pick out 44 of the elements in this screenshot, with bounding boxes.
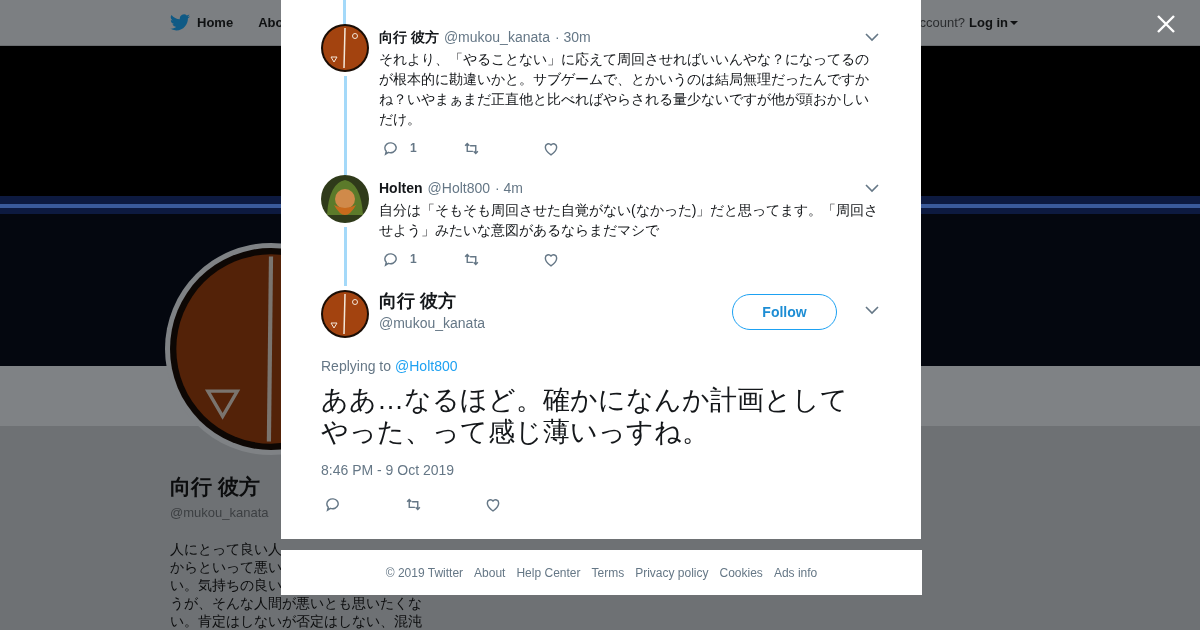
author-handle[interactable]: @mukou_kanata [443, 27, 550, 48]
chevron-down-icon[interactable] [865, 184, 879, 193]
tweet-text: 自分は「そもそも周回させた自覚がない(なかった)」だと思ってます。「周回させよう」みたいな意図があるならまだマシで [379, 201, 879, 240]
reply-icon[interactable] [382, 139, 399, 157]
tweet-time[interactable]: · 4m [495, 178, 524, 199]
author-name[interactable]: 向行 彼方 [379, 27, 439, 48]
reply-icon[interactable] [324, 496, 341, 513]
avatar[interactable] [321, 24, 369, 72]
tweet-text: ああ…なるほど。確かになんか計画としてやった、って感じ薄いっすね。 [321, 384, 849, 448]
tweet-time[interactable]: · 30m [554, 27, 591, 48]
bio-line: い。気持ちの良い [170, 576, 282, 594]
account-prompt: ccount? [919, 13, 965, 32]
retweet-icon[interactable] [404, 496, 423, 513]
avatar[interactable] [321, 175, 369, 223]
bio-line: うが、そんな人間が悪いとも思いたくな [170, 594, 422, 612]
footer-link[interactable]: About [474, 563, 506, 582]
tweet-timestamp: 8:46 PM - 9 Oct 2019 [321, 461, 456, 480]
avatar[interactable] [321, 290, 369, 338]
profile-name: 向行 彼方 [170, 474, 260, 500]
footer-link[interactable]: Help Center [516, 563, 581, 582]
footer-link[interactable]: Privacy policy [635, 563, 709, 582]
footer-link[interactable]: Terms [591, 563, 625, 582]
bio-line: 人にとって良い人 [170, 540, 282, 558]
reply-icon[interactable] [382, 250, 399, 268]
author-handle[interactable]: @mukou_kanata [379, 313, 486, 334]
footer-link[interactable]: © 2019 Twitter [385, 563, 464, 582]
nav-link[interactable]: Home [197, 12, 234, 33]
login-button[interactable]: Log in [969, 12, 1018, 33]
footer-link[interactable]: Cookies [719, 563, 763, 582]
replying-label: Replying to [321, 357, 392, 376]
close-icon[interactable] [1157, 15, 1175, 33]
author-handle[interactable]: @Holt800 [427, 178, 491, 199]
author-name[interactable]: Holten [379, 178, 423, 199]
mention-link[interactable]: @Holt800 [395, 356, 458, 377]
chevron-down-icon[interactable] [865, 33, 879, 42]
heart-icon[interactable] [484, 496, 502, 513]
tweet-text: それより、「やることない」に応えて周回させればいいんやな？になってるのが根本的に勘違いかと。サブゲームで、とかいうのは結局無理だったんですかね？いやまぁまだ正直他と比べればやらされる量少ないですが他が頭おかしいだけ。 [379, 50, 870, 129]
footer-link[interactable]: Ads info [773, 563, 818, 582]
bio-line: い。肯定はしないが否定はしない、混沌 [170, 612, 422, 630]
author-name[interactable]: 向行 彼方 [379, 290, 486, 312]
chevron-down-icon[interactable] [865, 306, 879, 315]
bio-line: からといって悪い [170, 558, 282, 576]
reply-count: 1 [410, 251, 417, 268]
reply-count: 1 [410, 140, 417, 157]
